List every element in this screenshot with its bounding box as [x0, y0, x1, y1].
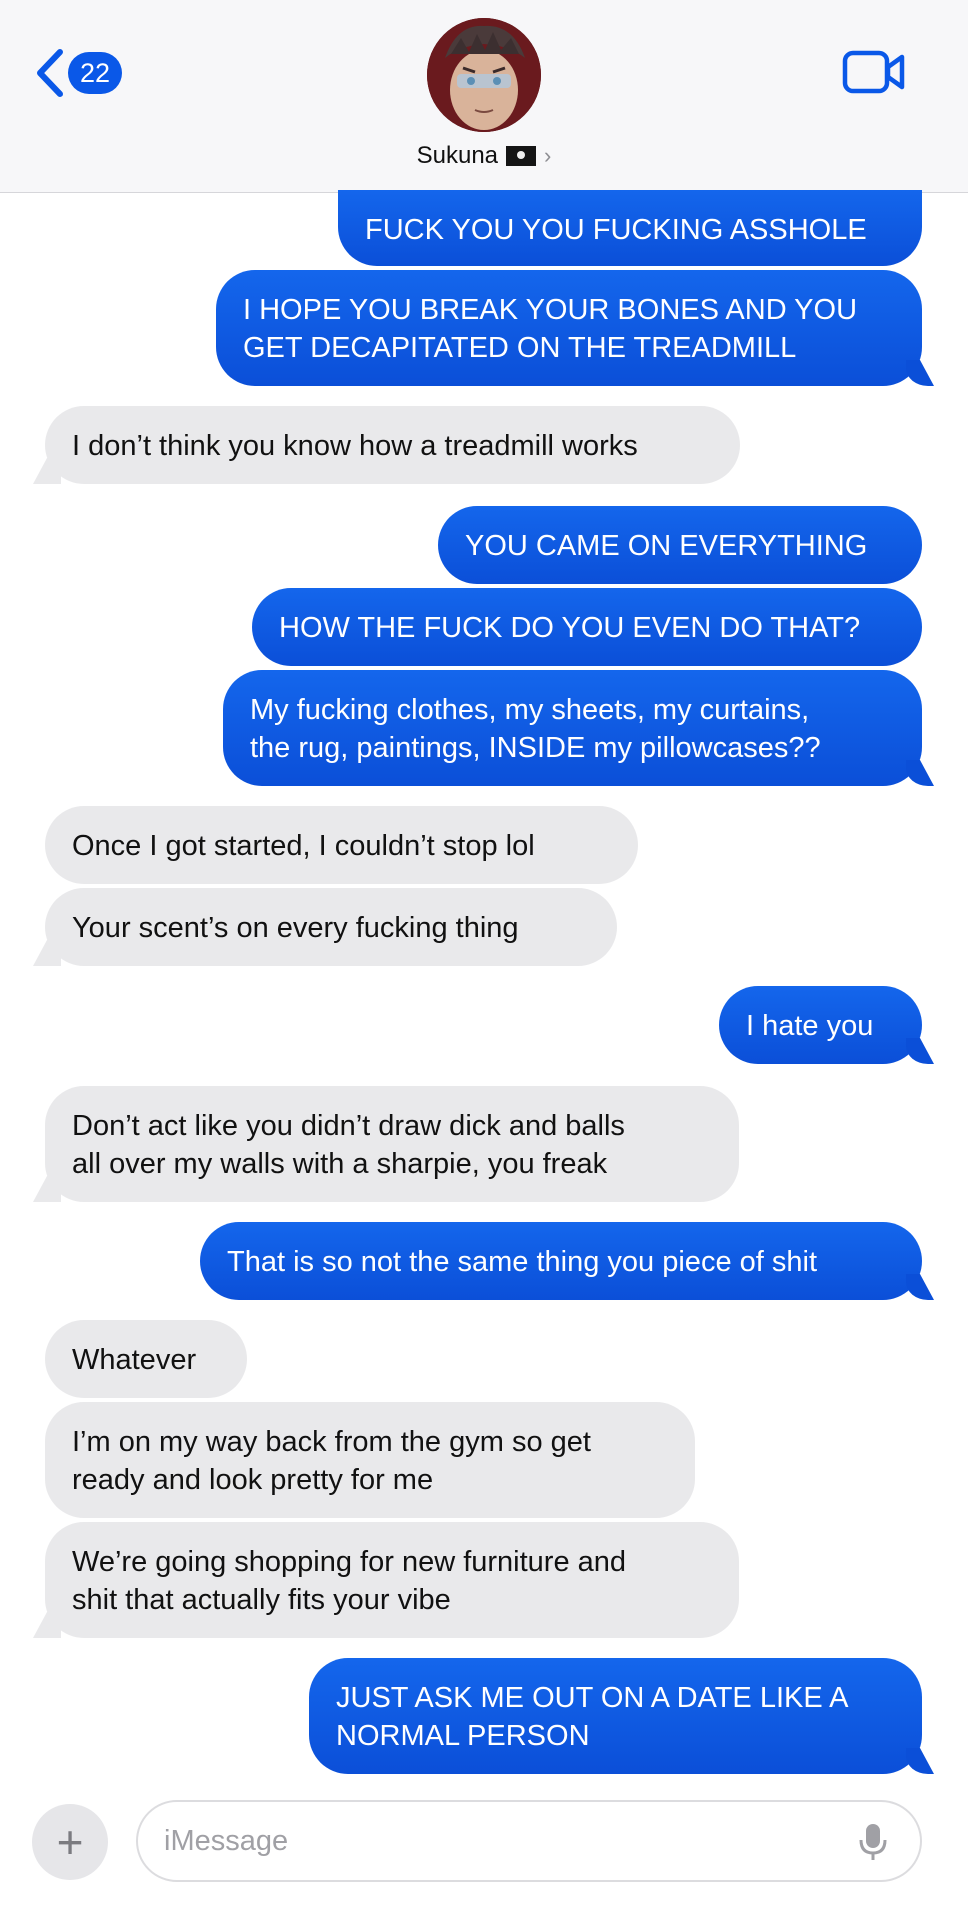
sent-message[interactable]: I HOPE YOU BREAK YOUR BONES AND YOU GET … — [216, 270, 922, 386]
received-message[interactable]: Once I got started, I couldn’t stop lol — [45, 806, 638, 884]
message-text-line: ready and look pretty for me — [72, 1464, 434, 1496]
contact-name: Sukuna — [416, 142, 499, 169]
message-text-line: Whatever — [72, 1344, 197, 1376]
message-text-line: I hate you — [746, 1010, 874, 1042]
sent-message[interactable]: YOU CAME ON EVERYTHING — [438, 506, 922, 584]
video-camera-icon — [842, 50, 905, 94]
pirate-flag-icon — [506, 146, 537, 166]
message-text-line: My fucking clothes, my sheets, my curtai… — [250, 694, 810, 726]
message-text-line: I’m on my way back from the gym so get — [72, 1426, 591, 1458]
sent-message[interactable]: HOW THE FUCK DO YOU EVEN DO THAT? — [252, 588, 922, 666]
unread-count-badge: 22 — [68, 52, 122, 94]
message-text-line: We’re going shopping for new furniture a… — [72, 1546, 627, 1578]
message-text-line: NORMAL PERSON — [336, 1720, 590, 1752]
message-text-line: That is so not the same thing you piece … — [227, 1246, 817, 1278]
microphone-icon[interactable] — [858, 1822, 888, 1870]
chevron-right-icon: › — [544, 143, 552, 168]
contact-name-row[interactable]: Sukuna › — [0, 142, 968, 170]
message-input-placeholder: iMessage — [164, 1824, 289, 1857]
message-text-line: YOU CAME ON EVERYTHING — [465, 530, 868, 562]
sent-message[interactable]: JUST ASK ME OUT ON A DATE LIKE A NORMAL … — [309, 1658, 922, 1774]
sent-message[interactable]: I hate you — [719, 986, 922, 1064]
message-text-line: shit that actually fits your vibe — [72, 1584, 451, 1616]
message-text-line: HOW THE FUCK DO YOU EVEN DO THAT? — [279, 612, 861, 644]
received-message[interactable]: I’m on my way back from the gym so get r… — [45, 1402, 695, 1518]
sent-message[interactable]: My fucking clothes, my sheets, my curtai… — [223, 670, 922, 786]
message-text-line: Your scent’s on every fucking thing — [72, 912, 519, 944]
chevron-left-icon — [37, 49, 63, 97]
add-attachment-button[interactable]: + — [32, 1804, 108, 1880]
received-message[interactable]: I don’t think you know how a treadmill w… — [45, 406, 740, 484]
message-text-line: JUST ASK ME OUT ON A DATE LIKE A — [336, 1682, 849, 1714]
avatar-image — [427, 18, 541, 132]
message-text-line: all over my walls with a sharpie, you fr… — [72, 1148, 608, 1180]
message-text-line: GET DECAPITATED ON THE TREADMILL — [243, 332, 797, 364]
video-call-button[interactable] — [842, 50, 906, 99]
plus-icon: + — [56, 1816, 84, 1868]
contact-avatar[interactable] — [427, 18, 541, 132]
received-message[interactable]: We’re going shopping for new furniture a… — [45, 1522, 739, 1638]
conversation-header: 22 Sukuna › — [0, 0, 968, 193]
message-text-line: Don’t act like you didn’t draw dick and … — [72, 1110, 625, 1142]
message-text-line: I HOPE YOU BREAK YOUR BONES AND YOU — [243, 294, 858, 326]
sent-message[interactable]: FUCK YOU YOU FUCKING ASSHOLE — [338, 190, 922, 266]
sent-message[interactable]: That is so not the same thing you piece … — [200, 1222, 922, 1300]
received-message[interactable]: Your scent’s on every fucking thing — [45, 888, 617, 966]
message-text-line: I don’t think you know how a treadmill w… — [72, 430, 638, 462]
received-message[interactable]: Whatever — [45, 1320, 247, 1398]
back-button[interactable]: 22 — [34, 48, 122, 98]
message-text-line: the rug, paintings, INSIDE my pillowcase… — [250, 732, 821, 764]
message-text-line: FUCK YOU YOU FUCKING ASSHOLE — [365, 214, 867, 246]
received-message[interactable]: Don’t act like you didn’t draw dick and … — [45, 1086, 739, 1202]
message-text-line: Once I got started, I couldn’t stop lol — [72, 830, 535, 862]
message-input[interactable]: iMessage — [136, 1800, 922, 1882]
